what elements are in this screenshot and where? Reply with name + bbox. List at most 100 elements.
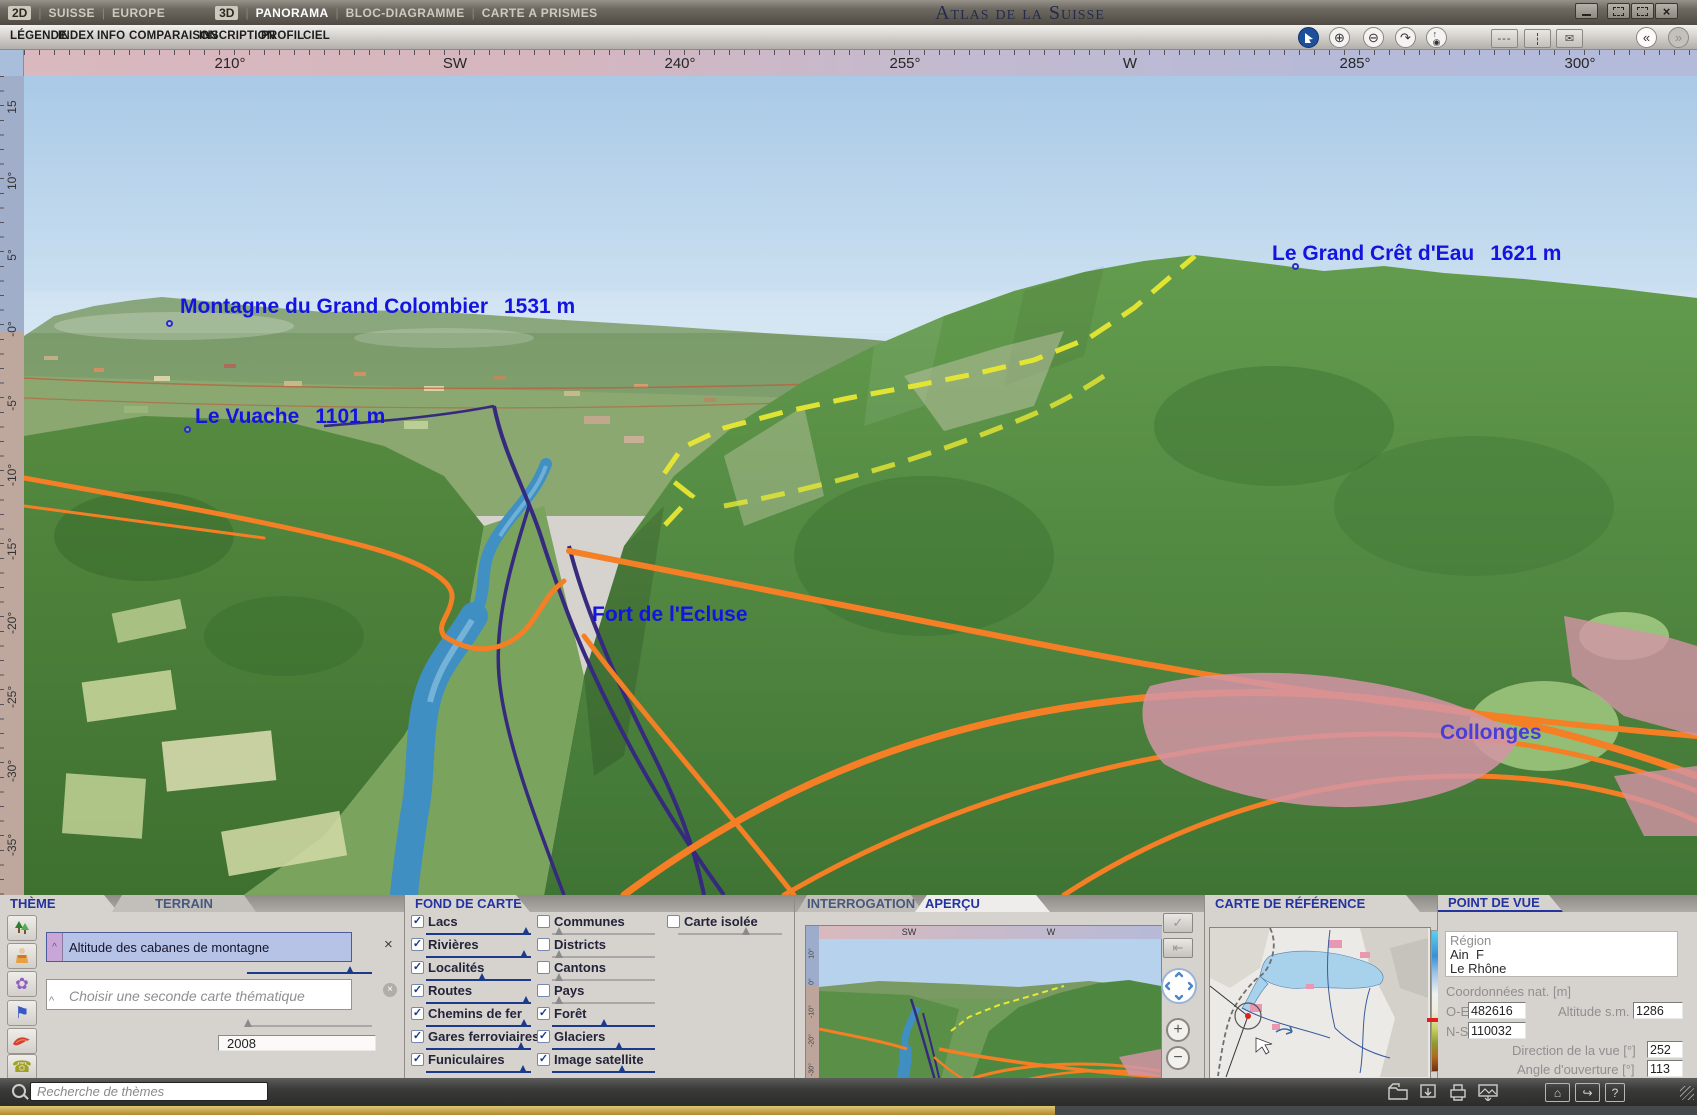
pan-pad-button[interactable] bbox=[1161, 968, 1197, 1004]
help-button[interactable]: ? bbox=[1605, 1083, 1625, 1102]
theme-search-input[interactable] bbox=[30, 1082, 268, 1101]
profile-line-button[interactable]: --- bbox=[1491, 29, 1518, 48]
theme-clothing-icon[interactable] bbox=[7, 943, 37, 969]
checkbox-lacs[interactable]: ✓ bbox=[411, 915, 424, 928]
tab-interrogation[interactable]: INTERROGATION bbox=[797, 895, 923, 912]
slider-glaciers[interactable] bbox=[552, 1043, 655, 1052]
slider-pays[interactable] bbox=[552, 997, 655, 1006]
checkbox-localites[interactable]: ✓ bbox=[411, 961, 424, 974]
pointer-tool-button[interactable] bbox=[1298, 27, 1319, 48]
slider-carte-isolee[interactable] bbox=[678, 928, 782, 937]
theme-map-combo[interactable]: ^ Altitude des cabanes de montagne bbox=[46, 932, 352, 962]
view-bloc-diagramme[interactable]: BLOC-DIAGRAMME bbox=[346, 6, 465, 20]
altitude-input[interactable] bbox=[1633, 1002, 1683, 1019]
theme-map-close-button[interactable]: × bbox=[384, 936, 393, 953]
reset-view-button[interactable]: ⇤ bbox=[1163, 938, 1193, 958]
confirm-button[interactable]: ✓ bbox=[1163, 913, 1193, 933]
preview-zoom-out-button[interactable]: − bbox=[1166, 1046, 1190, 1070]
theme-trees-icon[interactable] bbox=[7, 915, 37, 941]
checkbox-pays[interactable] bbox=[537, 984, 550, 997]
slider-gares-ferroviaires[interactable] bbox=[426, 1043, 531, 1052]
slider-localites[interactable] bbox=[426, 974, 531, 983]
viewpoint-button[interactable]: ↑◉ bbox=[1426, 27, 1447, 48]
pan-view-button[interactable]: ↷ bbox=[1395, 27, 1416, 48]
tab-fond-de-carte[interactable]: FOND DE CARTE bbox=[405, 895, 530, 912]
slider-communes[interactable] bbox=[552, 928, 655, 937]
save-icon[interactable] bbox=[1418, 1083, 1438, 1101]
minimize-button[interactable] bbox=[1575, 3, 1598, 19]
slider-cantons[interactable] bbox=[552, 974, 655, 983]
print-icon[interactable] bbox=[1448, 1083, 1468, 1101]
checkbox-chemins-de-fer[interactable]: ✓ bbox=[411, 1007, 424, 1020]
slider-chemins-de-fer[interactable] bbox=[426, 1020, 531, 1029]
angle-input[interactable] bbox=[1647, 1060, 1683, 1077]
theme-phone-icon[interactable]: ☎ bbox=[7, 1054, 37, 1080]
restore-button[interactable] bbox=[1631, 3, 1654, 19]
slider-image-satellite[interactable] bbox=[552, 1066, 655, 1075]
second-theme-slider[interactable] bbox=[245, 1020, 372, 1029]
second-theme-combo[interactable]: ^ Choisir une seconde carte thématique bbox=[46, 979, 352, 1010]
tab-point-de-vue[interactable]: POINT DE VUE bbox=[1438, 895, 1563, 912]
checkbox-funiculaires[interactable]: ✓ bbox=[411, 1053, 424, 1066]
resize-grip[interactable] bbox=[1680, 1086, 1694, 1100]
theme-bird-icon[interactable] bbox=[7, 1028, 37, 1054]
year-input[interactable] bbox=[218, 1035, 376, 1051]
slider-foret[interactable] bbox=[552, 1020, 655, 1029]
slider-routes[interactable] bbox=[426, 997, 531, 1006]
home-button[interactable]: ⌂ bbox=[1545, 1083, 1570, 1102]
tab-terrain[interactable]: TERRAIN bbox=[112, 895, 256, 912]
tab-apercu[interactable]: APERÇU bbox=[915, 895, 1050, 912]
slider-rivieres[interactable] bbox=[426, 951, 531, 960]
theme-flower-icon[interactable]: ✿ bbox=[7, 971, 37, 997]
checkbox-glaciers[interactable]: ✓ bbox=[537, 1030, 550, 1043]
place-label-fort-de-l-ecluse[interactable]: Fort de l'Ecluse bbox=[592, 603, 748, 627]
checkbox-cantons[interactable] bbox=[537, 961, 550, 974]
peak-label-le-vuache[interactable]: Le Vuache1101 m bbox=[195, 405, 385, 429]
slider-lacs[interactable] bbox=[426, 928, 531, 937]
send-view-button[interactable]: ✉ bbox=[1556, 29, 1583, 48]
view-panorama[interactable]: PANORAMA bbox=[256, 6, 329, 20]
direction-input[interactable] bbox=[1647, 1041, 1683, 1058]
tab-carte-de-reference[interactable]: CARTE DE RÉFÉRENCE bbox=[1205, 895, 1420, 912]
slider-districts[interactable] bbox=[552, 951, 655, 960]
mode-2d-button[interactable]: 2D bbox=[8, 6, 31, 20]
mode-3d-button[interactable]: 3D bbox=[215, 6, 238, 20]
reference-map[interactable] bbox=[1209, 927, 1431, 1080]
preview-zoom-in-button[interactable]: + bbox=[1166, 1018, 1190, 1042]
open-folder-icon[interactable] bbox=[1387, 1083, 1409, 1101]
nav-back-button[interactable]: « bbox=[1636, 27, 1657, 48]
second-theme-clear-button[interactable]: × bbox=[383, 983, 397, 997]
menu-info[interactable]: INFO bbox=[97, 30, 125, 42]
checkbox-carte-isolee[interactable] bbox=[667, 915, 680, 928]
checkbox-gares-ferroviaires[interactable]: ✓ bbox=[411, 1030, 424, 1043]
view-carte-a-prismes[interactable]: CARTE A PRISMES bbox=[482, 6, 598, 20]
zoom-out-tool-button[interactable]: ⊖ bbox=[1363, 27, 1384, 48]
elevation-scale[interactable]: 15 10° 5° -0° -5° -10° -15° -20° -25° -3… bbox=[0, 76, 24, 895]
checkbox-routes[interactable]: ✓ bbox=[411, 984, 424, 997]
checkbox-image-satellite[interactable]: ✓ bbox=[537, 1053, 550, 1066]
theme-flag-icon[interactable]: ⚑ bbox=[7, 1000, 37, 1026]
menu-ciel[interactable]: CIEL bbox=[303, 30, 330, 42]
tab-theme[interactable]: THÈME bbox=[0, 895, 118, 912]
compass-bar[interactable]: 210° SW 240° 255° W 285° 300° bbox=[24, 50, 1697, 76]
checkbox-districts[interactable] bbox=[537, 938, 550, 951]
checkbox-communes[interactable] bbox=[537, 915, 550, 928]
peak-label-grand-cret-eau[interactable]: Le Grand Crêt d'Eau1621 m bbox=[1272, 242, 1561, 266]
panorama-3d-view[interactable] bbox=[24, 76, 1697, 895]
menu-index[interactable]: INDEX bbox=[58, 30, 94, 42]
view-europe[interactable]: EUROPE bbox=[112, 6, 165, 20]
checkbox-foret[interactable]: ✓ bbox=[537, 1007, 550, 1020]
link-button[interactable]: ↪ bbox=[1575, 1083, 1600, 1102]
peak-label-grand-colombier[interactable]: Montagne du Grand Colombier1531 m bbox=[180, 295, 575, 319]
menu-profil[interactable]: PROFIL bbox=[261, 30, 304, 42]
place-label-collonges[interactable]: Collonges bbox=[1440, 721, 1542, 745]
export-image-icon[interactable] bbox=[1477, 1083, 1499, 1101]
slider-funiculaires[interactable] bbox=[426, 1066, 531, 1075]
checkbox-rivieres[interactable]: ✓ bbox=[411, 938, 424, 951]
oe-input[interactable] bbox=[1468, 1002, 1526, 1019]
view-suisse[interactable]: SUISSE bbox=[48, 6, 94, 20]
nav-forward-button[interactable]: » bbox=[1668, 27, 1689, 48]
ns-input[interactable] bbox=[1468, 1022, 1526, 1039]
close-button[interactable]: × bbox=[1655, 3, 1678, 19]
panorama-preview[interactable]: SW W 10° 0° -10° -20° -30° bbox=[805, 925, 1162, 1088]
